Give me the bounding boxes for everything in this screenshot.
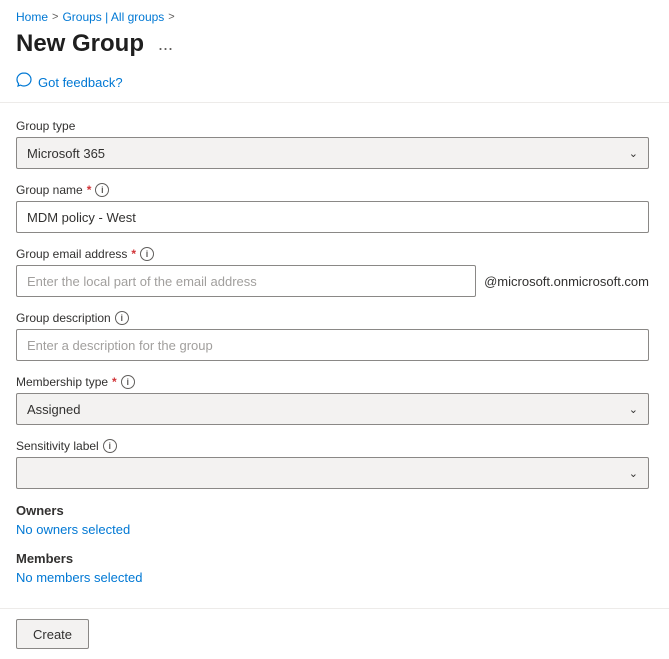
group-email-info-icon[interactable]: i xyxy=(140,247,154,261)
title-row: New Group ... xyxy=(0,28,669,66)
feedback-bar[interactable]: Got feedback? xyxy=(0,66,669,103)
group-name-label: Group name * i xyxy=(16,183,649,197)
create-button[interactable]: Create xyxy=(16,619,89,649)
group-description-info-icon[interactable]: i xyxy=(115,311,129,325)
breadcrumb: Home > Groups | All groups > xyxy=(0,0,669,28)
membership-type-field: Membership type * i Assigned ⌄ xyxy=(16,375,649,425)
owners-heading: Owners xyxy=(16,503,649,518)
group-description-input[interactable] xyxy=(16,329,649,361)
sensitivity-label-info-icon[interactable]: i xyxy=(103,439,117,453)
sensitivity-label-dropdown[interactable]: ⌄ xyxy=(16,457,649,489)
group-email-field: Group email address * i @microsoft.onmic… xyxy=(16,247,649,297)
membership-type-required: * xyxy=(112,375,117,389)
sensitivity-label-arrow: ⌄ xyxy=(629,467,638,480)
feedback-label: Got feedback? xyxy=(38,75,123,90)
membership-type-info-icon[interactable]: i xyxy=(121,375,135,389)
group-email-label: Group email address * i xyxy=(16,247,649,261)
breadcrumb-home[interactable]: Home xyxy=(16,10,48,24)
group-type-label: Group type xyxy=(16,119,649,133)
membership-type-label: Membership type * i xyxy=(16,375,649,389)
sensitivity-label-field: Sensitivity label i ⌄ xyxy=(16,439,649,489)
membership-type-dropdown[interactable]: Assigned ⌄ xyxy=(16,393,649,425)
more-options-button[interactable]: ... xyxy=(152,33,179,55)
members-section: Members No members selected xyxy=(16,551,649,585)
group-type-field: Group type Microsoft 365 ⌄ xyxy=(16,119,649,169)
membership-type-arrow: ⌄ xyxy=(629,403,638,416)
group-email-required: * xyxy=(131,247,136,261)
group-description-field: Group description i xyxy=(16,311,649,361)
group-email-input[interactable] xyxy=(16,265,476,297)
group-description-label: Group description i xyxy=(16,311,649,325)
group-name-input[interactable] xyxy=(16,201,649,233)
feedback-icon xyxy=(16,72,32,92)
content-area: Group type Microsoft 365 ⌄ Group name * … xyxy=(0,103,669,608)
email-row: @microsoft.onmicrosoft.com xyxy=(16,265,649,297)
group-name-field: Group name * i xyxy=(16,183,649,233)
group-type-value: Microsoft 365 xyxy=(27,146,105,161)
breadcrumb-groups[interactable]: Groups | All groups xyxy=(62,10,164,24)
no-owners-selected[interactable]: No owners selected xyxy=(16,522,649,537)
bottom-bar: Create xyxy=(0,608,669,659)
sensitivity-label-label: Sensitivity label i xyxy=(16,439,649,453)
breadcrumb-sep2: > xyxy=(168,11,174,23)
group-name-required: * xyxy=(87,183,92,197)
members-heading: Members xyxy=(16,551,649,566)
group-type-arrow: ⌄ xyxy=(629,147,638,160)
group-type-dropdown[interactable]: Microsoft 365 ⌄ xyxy=(16,137,649,169)
membership-type-value: Assigned xyxy=(27,402,80,417)
breadcrumb-sep1: > xyxy=(52,11,58,23)
no-members-selected[interactable]: No members selected xyxy=(16,570,649,585)
email-domain: @microsoft.onmicrosoft.com xyxy=(484,274,649,289)
page-title: New Group xyxy=(16,30,144,58)
group-name-info-icon[interactable]: i xyxy=(95,183,109,197)
owners-section: Owners No owners selected xyxy=(16,503,649,537)
